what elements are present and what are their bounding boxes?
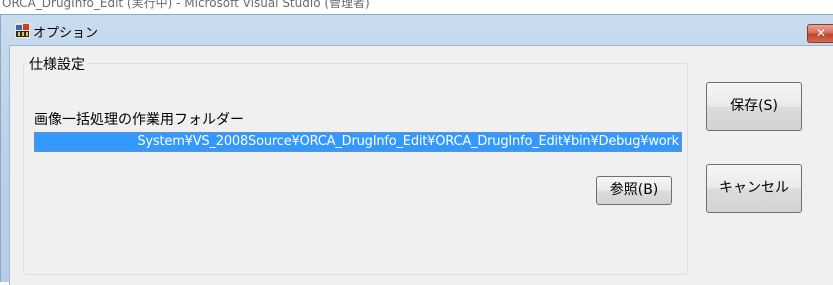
settings-group-legend: 仕様設定 <box>26 54 88 74</box>
close-icon: ✕ <box>816 26 827 40</box>
work-folder-label: 画像一括処理の作業用フォルダー <box>34 112 244 128</box>
save-button[interactable]: 保存(S) <box>706 82 802 131</box>
dialog-titlebar[interactable]: オプション ✕ <box>1 15 833 43</box>
cancel-button[interactable]: キャンセル <box>706 164 802 213</box>
close-button[interactable]: ✕ <box>807 24 833 43</box>
background-window-title: ORCA_DrugInfo_Edit (実行中) - Microsoft Vis… <box>2 0 370 10</box>
browse-button[interactable]: 参照(B) <box>596 176 672 205</box>
work-folder-input-value: System¥VS_2008Source¥ORCA_DrugInfo_Edit¥… <box>137 134 679 149</box>
app-icon <box>15 23 30 38</box>
options-dialog: オプション ✕ 仕様設定 画像一括処理の作業用フォルダー System¥VS_2… <box>0 14 833 285</box>
settings-groupbox <box>23 63 688 275</box>
dialog-client-area: 仕様設定 画像一括処理の作業用フォルダー System¥VS_2008Sourc… <box>9 45 833 285</box>
work-folder-input[interactable]: System¥VS_2008Source¥ORCA_DrugInfo_Edit¥… <box>34 132 682 152</box>
dialog-title: オプション <box>33 26 99 41</box>
